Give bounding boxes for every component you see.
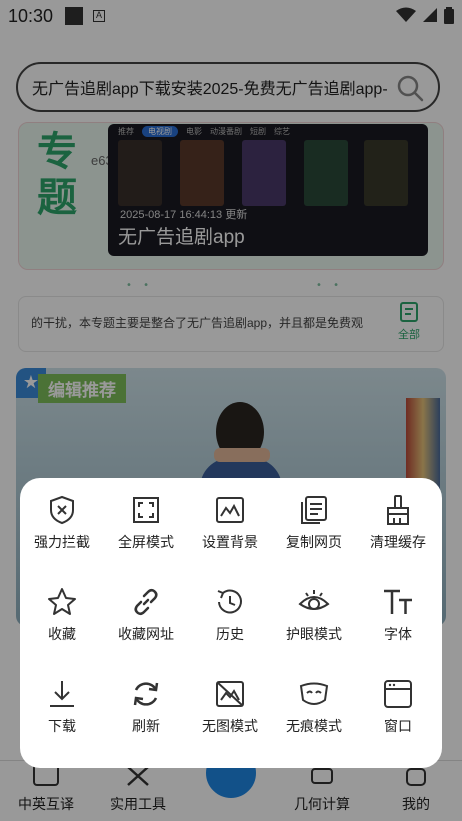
- menu-item-incognito[interactable]: 无痕模式: [272, 670, 356, 750]
- eye-icon: [298, 590, 330, 610]
- menu-item-background[interactable]: 设置背景: [188, 486, 272, 566]
- menu-item-copy[interactable]: 复制网页: [272, 486, 356, 566]
- options-menu: 强力拦截 全屏模式 设置背景 复制网页 清理缓存 收藏 收藏网址 历史 护眼模式…: [20, 478, 442, 768]
- menu-item-label: 字体: [384, 626, 412, 642]
- menu-item-label: 下载: [48, 718, 76, 734]
- menu-item-window[interactable]: 窗口: [356, 670, 440, 750]
- menu-item-bookmark-url[interactable]: 收藏网址: [104, 578, 188, 658]
- menu-item-label: 全屏模式: [118, 534, 174, 550]
- menu-item-label: 清理缓存: [370, 534, 426, 550]
- link-icon: [134, 588, 158, 616]
- refresh-icon: [133, 682, 159, 706]
- image-icon: [216, 497, 244, 523]
- menu-item-history[interactable]: 历史: [188, 578, 272, 658]
- menu-item-fullscreen[interactable]: 全屏模式: [104, 486, 188, 566]
- mask-icon: [299, 682, 329, 705]
- menu-item-label: 护眼模式: [286, 626, 342, 642]
- copy-icon: [301, 496, 327, 524]
- menu-item-label: 设置背景: [202, 534, 258, 550]
- menu-item-eye-care[interactable]: 护眼模式: [272, 578, 356, 658]
- menu-item-favorite[interactable]: 收藏: [20, 578, 104, 658]
- download-icon: [50, 681, 74, 707]
- history-icon: [217, 589, 242, 614]
- menu-item-block[interactable]: 强力拦截: [20, 486, 104, 566]
- broom-icon: [387, 495, 409, 525]
- fullscreen-icon: [133, 497, 159, 523]
- menu-item-label: 刷新: [132, 718, 160, 734]
- menu-item-label: 窗口: [384, 718, 412, 734]
- menu-item-label: 无痕模式: [286, 718, 342, 734]
- font-icon: [384, 589, 412, 614]
- menu-item-label: 收藏: [48, 626, 76, 642]
- menu-item-label: 强力拦截: [34, 534, 90, 550]
- menu-item-download[interactable]: 下载: [20, 670, 104, 750]
- menu-item-no-image[interactable]: 无图模式: [188, 670, 272, 750]
- window-icon: [384, 680, 412, 708]
- menu-item-font[interactable]: 字体: [356, 578, 440, 658]
- menu-item-clear-cache[interactable]: 清理缓存: [356, 486, 440, 566]
- star-icon: [48, 588, 76, 615]
- shield-x-icon: [50, 495, 74, 525]
- menu-item-label: 复制网页: [286, 534, 342, 550]
- no-image-icon: [216, 681, 244, 707]
- menu-item-label: 收藏网址: [118, 626, 174, 642]
- menu-item-refresh[interactable]: 刷新: [104, 670, 188, 750]
- menu-item-label: 无图模式: [202, 718, 258, 734]
- menu-item-label: 历史: [216, 626, 244, 642]
